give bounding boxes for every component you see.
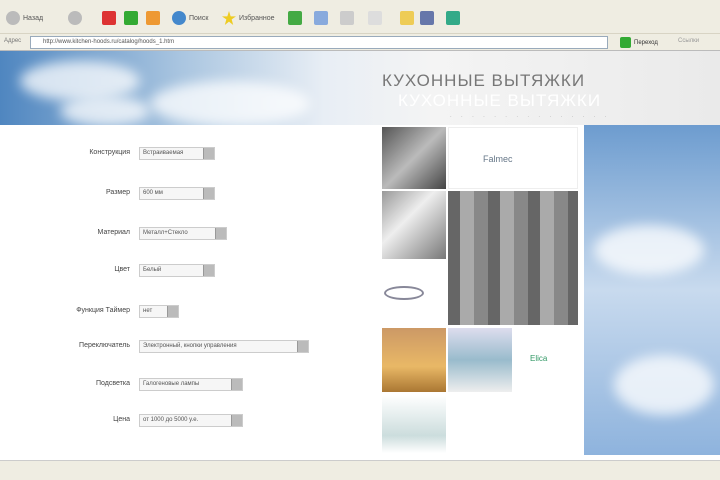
history-button[interactable] xyxy=(314,10,328,26)
back-button[interactable]: Назад xyxy=(6,10,43,26)
filter-label: Конструкция xyxy=(89,149,130,156)
construction-select[interactable]: Встраиваемая xyxy=(139,147,215,160)
select-value: Металл+Стекло xyxy=(143,230,188,236)
kitchen-photo-3[interactable] xyxy=(382,328,446,392)
hood-photo-3[interactable] xyxy=(382,395,446,453)
media-button[interactable] xyxy=(288,10,302,26)
price-select[interactable]: от 1000 до 5000 у.е. xyxy=(139,414,243,427)
messenger-button[interactable] xyxy=(420,10,434,26)
page-title: КУХОННЫЕ ВЫТЯЖКИ xyxy=(382,71,586,90)
filter-label: Цвет xyxy=(114,266,130,273)
home-icon xyxy=(146,11,160,25)
select-value: нет xyxy=(143,308,153,314)
print-button[interactable] xyxy=(368,10,382,26)
chevron-down-icon xyxy=(203,188,214,199)
brand-logo-falmec: Falmec xyxy=(483,154,513,164)
brand-logo-tile-2[interactable]: Elica xyxy=(514,340,584,380)
filter-label: Цена xyxy=(113,416,130,423)
select-value: от 1000 до 5000 у.е. xyxy=(143,417,199,423)
mail-button[interactable] xyxy=(340,10,354,26)
go-button[interactable]: Переход xyxy=(620,37,658,48)
forward-icon xyxy=(68,11,82,25)
select-value: Встраиваемая xyxy=(143,150,184,156)
select-value: Белый xyxy=(143,267,162,273)
back-icon xyxy=(6,11,20,25)
material-select[interactable]: Металл+Стекло xyxy=(139,227,227,240)
chevron-down-icon xyxy=(203,148,214,159)
lighting-select[interactable]: Галогеновые лампы xyxy=(139,378,243,391)
address-label: Адрес xyxy=(4,38,22,44)
star-icon xyxy=(222,11,236,25)
folder-icon xyxy=(400,11,414,25)
filter-label: Функция Таймер xyxy=(76,307,130,314)
page-title-shadow: КУХОННЫЕ ВЫТЯЖКИ xyxy=(398,91,602,110)
hood-photo-1[interactable] xyxy=(382,127,446,189)
favorites-button[interactable]: Избранное xyxy=(222,10,274,26)
status-bar xyxy=(0,460,720,480)
chevron-down-icon xyxy=(215,228,226,239)
refresh-icon xyxy=(124,11,138,25)
brand-logo-elica: Elica xyxy=(530,354,548,363)
size-select[interactable]: 600 мм xyxy=(139,187,215,200)
stop-icon xyxy=(102,11,116,25)
media-icon xyxy=(288,11,302,25)
chevron-down-icon xyxy=(203,265,214,276)
browser-toolbar: Назад Поиск Избранное xyxy=(0,0,720,34)
url-input[interactable]: http://www.kitchen-hoods.ru/catalog/hood… xyxy=(30,36,608,49)
filter-label: Размер xyxy=(105,189,130,196)
forward-button[interactable] xyxy=(68,10,82,26)
chevron-down-icon xyxy=(231,415,242,426)
network-icon xyxy=(446,11,460,25)
sky-image xyxy=(584,125,720,455)
filter-label: Подсветка xyxy=(96,380,130,387)
address-bar: Адрес http://www.kitchen-hoods.ru/catalo… xyxy=(0,34,720,51)
history-icon xyxy=(314,11,328,25)
page-header-banner: КУХОННЫЕ ВЫТЯЖКИ КУХОННЫЕ ВЫТЯЖКИ · · · … xyxy=(0,51,720,126)
filter-form: Конструкция Встраиваемая Размер 600 мм Мат… xyxy=(0,125,380,460)
print-icon xyxy=(368,11,382,25)
go-icon xyxy=(620,37,631,48)
refresh-button[interactable] xyxy=(124,10,138,26)
chevron-down-icon xyxy=(167,306,178,317)
hood-photo-2[interactable] xyxy=(448,328,512,392)
folder-button[interactable] xyxy=(400,10,414,26)
kitchen-photo-1[interactable] xyxy=(382,191,446,259)
filter-label: Материал xyxy=(97,229,130,236)
color-select[interactable]: Белый xyxy=(139,264,215,277)
select-value: 600 мм xyxy=(143,190,163,196)
chevron-down-icon xyxy=(297,341,308,352)
header-dots: · · · · · · · · · · · · · · · xyxy=(450,114,611,120)
messenger-icon xyxy=(420,11,434,25)
stop-button[interactable] xyxy=(102,10,116,26)
search-button[interactable]: Поиск xyxy=(172,10,208,26)
switch-select[interactable]: Электронный, кнопки управления xyxy=(139,340,309,353)
filter-label: Переключатель xyxy=(79,342,130,349)
network-button[interactable] xyxy=(446,10,460,26)
select-value: Галогеновые лампы xyxy=(143,381,200,387)
ornament-icon xyxy=(384,286,424,300)
ornament-logo xyxy=(382,262,446,326)
search-icon xyxy=(172,11,186,25)
home-button[interactable] xyxy=(146,10,160,26)
brand-logo-tile[interactable]: Falmec xyxy=(448,127,578,189)
chevron-down-icon xyxy=(231,379,242,390)
mail-icon xyxy=(340,11,354,25)
links-button[interactable]: Ссылки xyxy=(678,38,699,44)
kitchen-photo-2[interactable] xyxy=(448,191,578,325)
timer-select[interactable]: нет xyxy=(139,305,179,318)
select-value: Электронный, кнопки управления xyxy=(143,343,237,349)
